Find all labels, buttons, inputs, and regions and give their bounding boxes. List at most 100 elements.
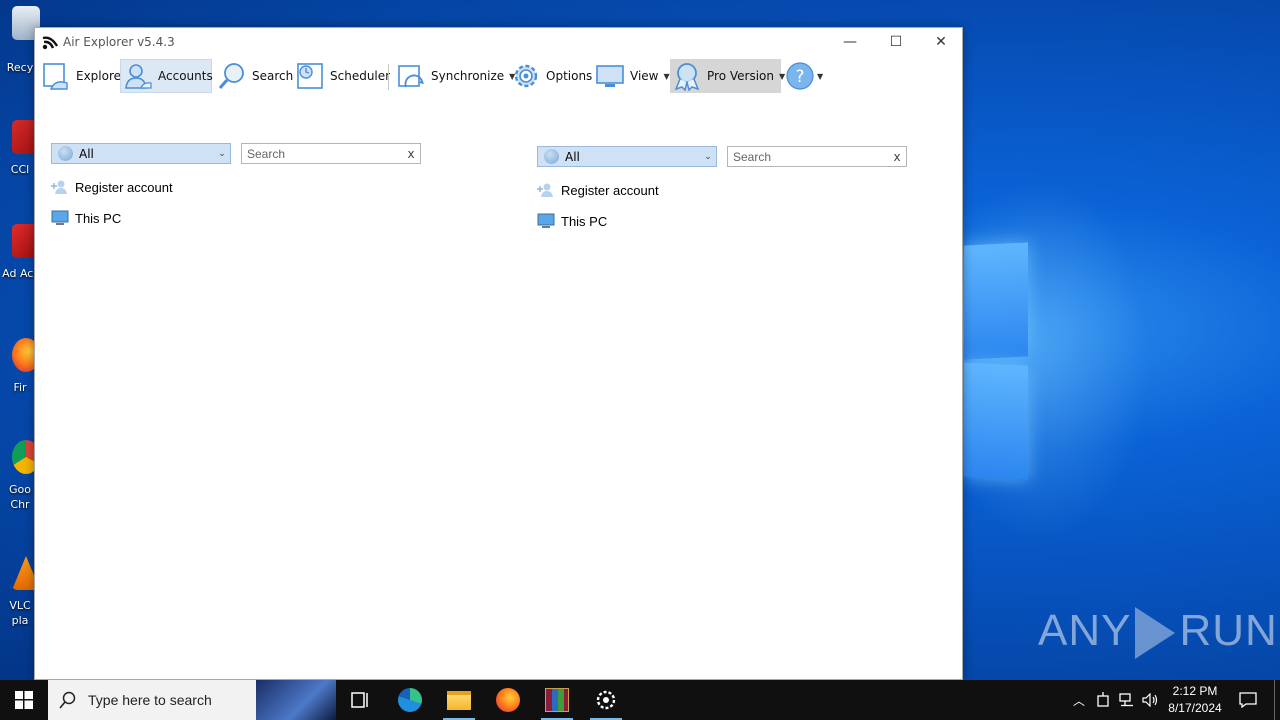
main-toolbar: Explore Accounts Search Scheduler Synchr… [35, 56, 962, 96]
pro-version-button[interactable]: Pro Version ▼ [670, 59, 785, 93]
left-search-clear-button[interactable]: x [402, 147, 420, 161]
synchronize-icon [398, 65, 424, 88]
award-icon [674, 63, 700, 91]
search-icon [218, 63, 244, 89]
left-search-input[interactable] [242, 146, 402, 161]
register-account-label: Register account [561, 182, 659, 198]
view-dropdown-arrow[interactable]: ▼ [663, 72, 669, 81]
chevron-up-icon: ︿ [1072, 693, 1085, 708]
this-pc-label: This PC [561, 213, 608, 229]
register-account-label: Register account [75, 179, 173, 195]
help-icon: ? [786, 62, 814, 90]
monitor-icon [596, 65, 624, 87]
globe-icon [544, 149, 559, 164]
taskbar-winrar[interactable] [533, 680, 581, 720]
notification-icon [1239, 692, 1257, 708]
desktop-icon-label: Ad Acr [2, 267, 38, 280]
watermark-play-icon [1135, 607, 1176, 660]
synchronize-button[interactable]: Synchronize ▼ [394, 59, 519, 93]
chevron-down-icon: ⌄ [218, 148, 226, 159]
action-center-button[interactable] [1234, 680, 1262, 720]
accounts-icon [125, 64, 152, 89]
air-explorer-window: Air Explorer v5.4.3 — ☐ ✕ Explore Accoun… [34, 27, 963, 680]
tray-device-icon-button[interactable] [1092, 680, 1114, 720]
right-this-pc[interactable]: This PC [537, 210, 607, 232]
right-search-clear-button[interactable]: x [888, 150, 906, 164]
title-bar[interactable]: Air Explorer v5.4.3 — ☐ ✕ [35, 28, 962, 56]
options-button[interactable]: Options [509, 59, 596, 93]
computer-icon [537, 213, 555, 228]
close-button[interactable]: ✕ [918, 28, 964, 56]
left-this-pc[interactable]: This PC [51, 207, 121, 229]
accounts-label: Accounts [158, 69, 213, 83]
pro-version-label: Pro Version [707, 69, 774, 83]
watermark-text-left: ANY [1038, 606, 1132, 655]
svg-text:?: ? [795, 67, 804, 87]
desktop-icon-label: Fir [13, 381, 27, 394]
help-dropdown-arrow[interactable]: ▼ [817, 72, 823, 81]
taskbar-edge[interactable] [386, 680, 434, 720]
view-button[interactable]: View ▼ [593, 59, 674, 93]
search-button[interactable]: Search [215, 59, 297, 93]
left-filter-value: All [79, 146, 94, 161]
clock-date: 8/17/2024 [1168, 701, 1222, 715]
scheduler-button[interactable]: Scheduler [293, 59, 394, 93]
scheduler-icon [297, 63, 323, 89]
clock-time: 2:12 PM [1172, 684, 1218, 698]
gear-icon [514, 64, 538, 88]
file-explorer-icon [447, 690, 471, 710]
firefox-icon [496, 688, 520, 712]
left-register-account[interactable]: Register account [51, 176, 173, 198]
view-label: View [630, 69, 659, 83]
desktop-icon-label: Recy [6, 61, 34, 74]
start-button[interactable] [0, 680, 48, 720]
computer-icon [51, 210, 69, 225]
explore-label: Explore [76, 69, 122, 83]
network-icon [1119, 693, 1133, 707]
taskbar-search-box[interactable]: Type here to search [48, 680, 336, 720]
system-clock[interactable]: 2:12 PM 8/17/2024 [1160, 683, 1230, 717]
chevron-down-icon: ⌄ [704, 151, 712, 162]
explore-icon [43, 63, 68, 90]
edge-icon [398, 688, 422, 712]
search-label: Search [252, 69, 294, 83]
add-user-icon [51, 180, 67, 194]
help-button[interactable]: ? ▼ [783, 59, 827, 93]
taskbar-air-explorer[interactable] [582, 680, 630, 720]
volume-button[interactable] [1140, 680, 1162, 720]
desktop-icon-label: Goo Chr [9, 483, 31, 511]
toolbar-separator [388, 64, 389, 90]
show-desktop-button[interactable] [1274, 680, 1275, 720]
explore-button[interactable]: Explore [39, 59, 125, 93]
window-title: Air Explorer v5.4.3 [63, 35, 175, 49]
right-account-filter[interactable]: All ⌄ [537, 146, 717, 167]
right-filter-value: All [565, 149, 580, 164]
taskbar-firefox[interactable] [484, 680, 532, 720]
synchronize-label: Synchronize [431, 69, 505, 83]
options-label: Options [546, 69, 593, 83]
winrar-icon [545, 688, 569, 712]
accounts-button[interactable]: Accounts [120, 59, 213, 93]
taskbar: Type here to search ︿ 2:12 PM 8/17/2024 [0, 680, 1280, 720]
usb-device-icon [1097, 692, 1109, 707]
watermark-text-right: RUN [1179, 606, 1278, 655]
taskbar-file-explorer[interactable] [435, 680, 483, 720]
left-search-box: x [241, 143, 421, 164]
right-search-input[interactable] [728, 149, 888, 164]
maximize-button[interactable]: ☐ [873, 28, 919, 56]
speaker-icon [1142, 693, 1158, 707]
task-view-button[interactable] [336, 680, 384, 720]
this-pc-label: This PC [75, 210, 122, 226]
show-hidden-icons-button[interactable]: ︿ [1068, 680, 1090, 720]
task-view-icon [351, 692, 368, 708]
windows-start-icon [15, 691, 33, 709]
globe-icon [58, 146, 73, 161]
air-explorer-icon [596, 690, 616, 710]
scheduler-label: Scheduler [330, 69, 391, 83]
network-button[interactable] [1116, 680, 1138, 720]
right-register-account[interactable]: Register account [537, 179, 659, 201]
minimize-button[interactable]: — [827, 28, 873, 56]
left-account-filter[interactable]: All ⌄ [51, 143, 231, 164]
add-user-icon [537, 183, 553, 197]
windows-logo [960, 236, 1032, 484]
